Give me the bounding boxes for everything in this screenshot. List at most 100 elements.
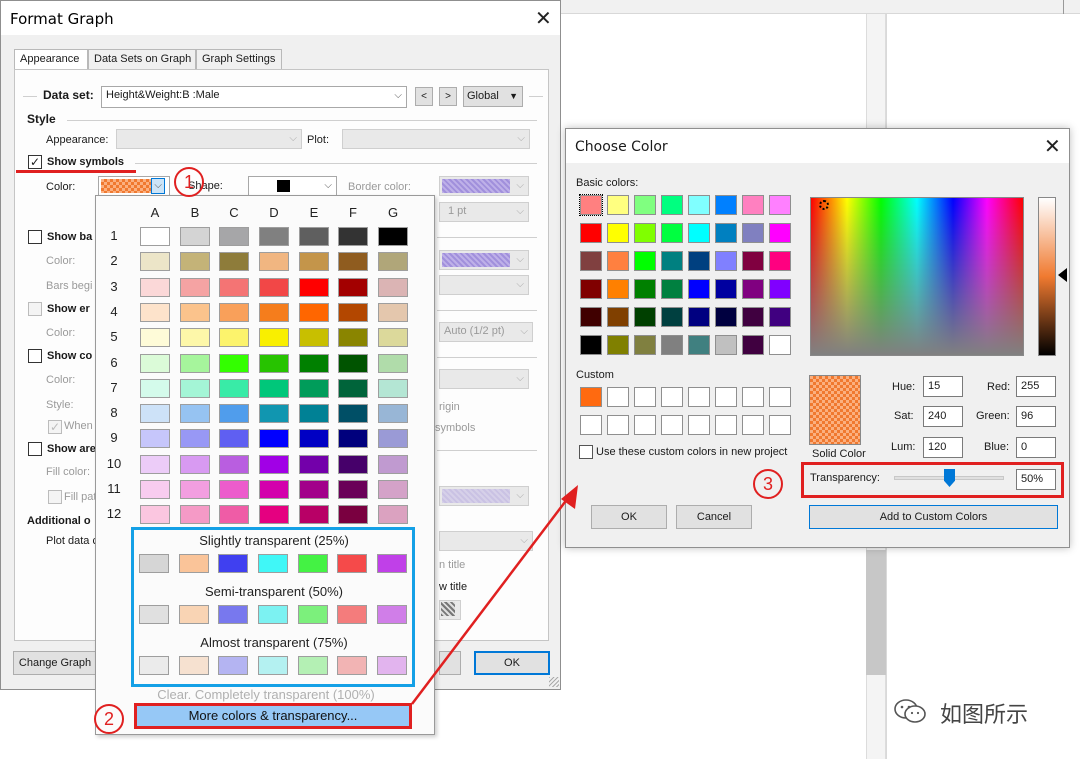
show-symbols-checkbox[interactable]: ✓ <box>28 155 42 169</box>
custom-color-swatch[interactable] <box>688 387 710 407</box>
plot-dropdown[interactable]: ⌵ <box>342 129 530 149</box>
palette-color-swatch[interactable] <box>140 252 170 272</box>
basic-color-swatch[interactable] <box>634 195 656 215</box>
show-error-checkbox[interactable] <box>28 302 42 316</box>
palette-color-swatch[interactable] <box>259 454 289 474</box>
palette-color-swatch[interactable] <box>259 505 289 525</box>
palette-color-swatch[interactable] <box>219 454 249 474</box>
custom-color-swatch[interactable] <box>715 415 737 435</box>
palette-color-swatch[interactable] <box>140 277 170 297</box>
symbol-color-dropdown[interactable]: ⌵ <box>98 176 170 196</box>
red-input[interactable]: 255 <box>1016 376 1056 397</box>
palette-color-swatch[interactable] <box>299 328 329 348</box>
custom-color-swatch[interactable] <box>634 387 656 407</box>
transparent-color-swatch[interactable] <box>218 656 248 675</box>
basic-color-swatch[interactable] <box>580 279 602 299</box>
palette-color-swatch[interactable] <box>378 404 408 424</box>
basic-color-swatch[interactable] <box>715 251 737 271</box>
basic-color-swatch[interactable] <box>769 307 791 327</box>
sat-input[interactable]: 240 <box>923 406 963 427</box>
palette-color-swatch[interactable] <box>180 227 210 246</box>
palette-color-swatch[interactable] <box>338 454 368 474</box>
solid-color-label[interactable]: Solid Color <box>812 448 866 460</box>
palette-color-swatch[interactable] <box>180 429 210 449</box>
close-icon[interactable]: ✕ <box>535 9 552 29</box>
palette-color-swatch[interactable] <box>299 454 329 474</box>
border-color-dropdown[interactable]: ⌵ <box>439 176 529 196</box>
transparent-color-swatch[interactable] <box>218 554 248 573</box>
luminance-slider[interactable] <box>1038 197 1056 356</box>
bars-color-dropdown[interactable]: ⌵ <box>439 250 529 270</box>
luminance-pointer-icon[interactable] <box>1058 268 1067 282</box>
transparent-color-swatch[interactable] <box>337 554 367 573</box>
basic-color-swatch[interactable] <box>688 223 710 243</box>
custom-color-swatch[interactable] <box>769 415 791 435</box>
palette-color-swatch[interactable] <box>299 302 329 322</box>
palette-color-swatch[interactable] <box>140 328 170 348</box>
palette-color-swatch[interactable] <box>219 480 249 499</box>
basic-color-swatch[interactable] <box>688 307 710 327</box>
palette-color-swatch[interactable] <box>299 378 329 398</box>
palette-color-swatch[interactable] <box>140 378 170 398</box>
palette-color-swatch[interactable] <box>378 454 408 474</box>
basic-color-swatch[interactable] <box>715 195 737 215</box>
custom-color-swatch[interactable] <box>661 387 683 407</box>
hue-input[interactable]: 15 <box>923 376 963 397</box>
palette-color-swatch[interactable] <box>259 328 289 348</box>
palette-color-swatch[interactable] <box>259 404 289 424</box>
palette-color-swatch[interactable] <box>219 277 249 297</box>
basic-color-swatch[interactable] <box>769 279 791 299</box>
basic-color-swatch[interactable] <box>715 335 737 355</box>
bars-begin-dropdown[interactable]: ⌵ <box>439 275 529 295</box>
palette-color-swatch[interactable] <box>219 328 249 348</box>
basic-color-swatch[interactable] <box>742 307 764 327</box>
palette-color-swatch[interactable] <box>338 252 368 272</box>
custom-color-swatch[interactable] <box>634 415 656 435</box>
transparent-color-swatch[interactable] <box>337 656 367 675</box>
ok-button[interactable]: OK <box>591 505 667 529</box>
palette-color-swatch[interactable] <box>140 480 170 499</box>
basic-color-swatch[interactable] <box>688 279 710 299</box>
palette-color-swatch[interactable] <box>299 404 329 424</box>
custom-color-swatch[interactable] <box>715 387 737 407</box>
palette-color-swatch[interactable] <box>299 480 329 499</box>
palette-color-swatch[interactable] <box>338 328 368 348</box>
palette-color-swatch[interactable] <box>219 252 249 272</box>
basic-color-swatch[interactable] <box>769 195 791 215</box>
blue-input[interactable]: 0 <box>1016 437 1056 458</box>
prev-dataset-button[interactable]: < <box>415 87 433 106</box>
basic-color-swatch[interactable] <box>607 195 629 215</box>
use-custom-colors-checkbox[interactable] <box>579 445 593 459</box>
custom-color-swatch[interactable] <box>580 387 602 407</box>
basic-color-swatch[interactable] <box>634 251 656 271</box>
palette-color-swatch[interactable] <box>338 302 368 322</box>
basic-color-swatch[interactable] <box>607 279 629 299</box>
palette-color-swatch[interactable] <box>140 505 170 525</box>
custom-color-swatch[interactable] <box>742 387 764 407</box>
custom-color-swatch[interactable] <box>580 415 602 435</box>
custom-color-swatch[interactable] <box>607 387 629 407</box>
basic-color-swatch[interactable] <box>715 279 737 299</box>
basic-color-swatch[interactable] <box>607 251 629 271</box>
palette-color-swatch[interactable] <box>378 429 408 449</box>
transparent-color-swatch[interactable] <box>139 554 169 573</box>
basic-color-swatch[interactable] <box>661 307 683 327</box>
add-to-custom-colors-button[interactable]: Add to Custom Colors <box>809 505 1058 529</box>
palette-color-swatch[interactable] <box>180 480 210 499</box>
transparent-color-swatch[interactable] <box>298 554 328 573</box>
transparent-color-swatch[interactable] <box>139 605 169 624</box>
basic-color-swatch[interactable] <box>580 335 602 355</box>
palette-color-swatch[interactable] <box>140 353 170 373</box>
palette-color-swatch[interactable] <box>378 227 408 246</box>
palette-color-swatch[interactable] <box>378 277 408 297</box>
basic-color-swatch[interactable] <box>607 223 629 243</box>
palette-color-swatch[interactable] <box>219 404 249 424</box>
palette-color-swatch[interactable] <box>259 480 289 499</box>
palette-color-swatch[interactable] <box>338 353 368 373</box>
basic-color-swatch[interactable] <box>742 251 764 271</box>
close-icon[interactable]: ✕ <box>1044 137 1061 157</box>
palette-color-swatch[interactable] <box>338 404 368 424</box>
basic-color-swatch[interactable] <box>661 223 683 243</box>
lum-input[interactable]: 120 <box>923 437 963 458</box>
palette-color-swatch[interactable] <box>219 429 249 449</box>
